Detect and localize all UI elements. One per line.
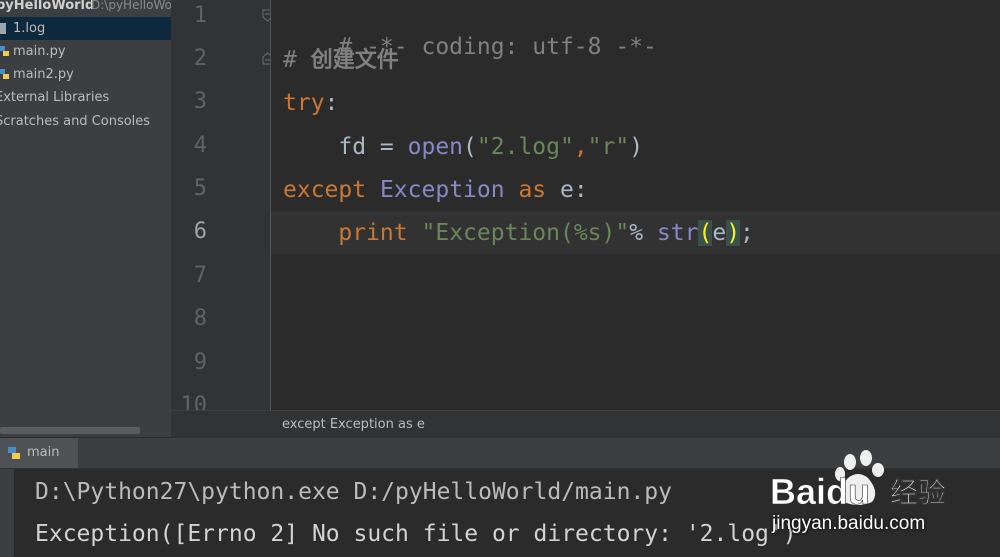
var-token: e: [546, 177, 588, 203]
line-number: 8 [193, 306, 207, 331]
console-output-line: Exception([Errno 2] No such file or dire… [35, 521, 797, 547]
line-number-current: 6 [193, 219, 207, 244]
watermark-brand: Baidu [770, 471, 870, 512]
paren-close: ) [629, 134, 644, 160]
tree-item-1-log[interactable]: 1.log [0, 17, 171, 40]
line-number: 7 [193, 263, 207, 288]
semicolon-token: ; [740, 220, 754, 246]
python-file-icon [0, 69, 9, 79]
project-root[interactable]: pyHelloWorld D:\pyHelloWo [0, 0, 171, 17]
breadcrumb: except Exception as e [171, 410, 1000, 439]
python-run-icon [8, 447, 20, 459]
comment-token: # [283, 47, 311, 73]
line-number: 5 [193, 176, 207, 201]
code-line-3: try: [283, 88, 338, 118]
string-token: "2.log" [476, 134, 574, 160]
tree-item-scratches[interactable]: Scratches and Consoles [0, 110, 171, 133]
line-number: 4 [193, 133, 207, 158]
var-token: e [712, 220, 727, 246]
tree-item-label: main2.py [13, 67, 74, 82]
matched-paren-open: ( [698, 220, 713, 246]
watermark-url: jingyan.baidu.com [772, 513, 926, 534]
tree-item-main2-py[interactable]: main2.py [0, 63, 171, 86]
class-exception: Exception [379, 177, 505, 203]
project-root-name: pyHelloWorld [0, 0, 95, 13]
tree-item-label: External Libraries [0, 90, 110, 105]
comment-text: 创建文件 [310, 48, 399, 73]
keyword-print: print [338, 220, 408, 246]
code-line-2: # 创建文件 [283, 45, 399, 75]
tree-item-label: main.py [13, 44, 66, 59]
line-number: 10 [180, 393, 208, 410]
line-number: 9 [193, 350, 207, 375]
line-number: 3 [193, 89, 207, 114]
tree-item-main-py[interactable]: main.py [0, 40, 171, 63]
python-file-icon [0, 46, 9, 56]
console-command-line: D:\Python27\python.exe D:/pyHelloWorld/m… [35, 479, 672, 505]
tree-item-label: Scratches and Consoles [0, 114, 151, 129]
keyword-as: as [518, 177, 547, 203]
line-number: 2 [193, 46, 207, 71]
string-token: "r" [587, 134, 630, 160]
string-token: "Exception(%s)" [421, 220, 630, 246]
tab-run-main[interactable]: main [0, 438, 78, 468]
tree-item-external-libraries[interactable]: External Libraries [0, 86, 171, 109]
matched-paren-close: ) [726, 220, 741, 246]
paren-open: ( [463, 134, 477, 160]
keyword-try: try [283, 90, 325, 116]
horizontal-scrollbar[interactable] [0, 427, 140, 434]
percent-token: % [629, 220, 657, 246]
project-root-path: D:\pyHelloWo [91, 0, 171, 12]
indent-token [283, 220, 338, 246]
builtin-open: open [407, 134, 464, 160]
watermark-brand-cn: 经验 [890, 476, 946, 509]
colon-token: : [324, 90, 339, 116]
log-file-icon [0, 23, 6, 34]
assign-token: fd = [283, 134, 408, 160]
code-editor[interactable]: # -*- coding: utf-8 -*- # 创建文件 try: fd =… [271, 0, 1000, 410]
keyword-except: except [283, 177, 367, 203]
tree-item-label: 1.log [13, 21, 46, 36]
line-number: 1 [193, 3, 207, 28]
code-line-4: fd = open("2.log","r") [283, 132, 643, 162]
breadcrumb-item[interactable]: except Exception as e [282, 417, 425, 432]
code-line-6: print "Exception(%s)"% str(e); [283, 218, 754, 248]
comma-token: , [573, 134, 588, 160]
project-tool-window: pyHelloWorld D:\pyHelloWo 1.log main.py … [0, 0, 171, 437]
builtin-str: str [656, 220, 699, 246]
tab-label: main [27, 445, 60, 460]
editor-gutter: 1 2 3 4 5 6 7 8 9 10 [171, 0, 271, 410]
code-line-5: except Exception as e: [283, 175, 588, 205]
run-toolbar [0, 469, 14, 557]
code-line-1: # -*- coding: utf-8 -*- [283, 2, 657, 60]
